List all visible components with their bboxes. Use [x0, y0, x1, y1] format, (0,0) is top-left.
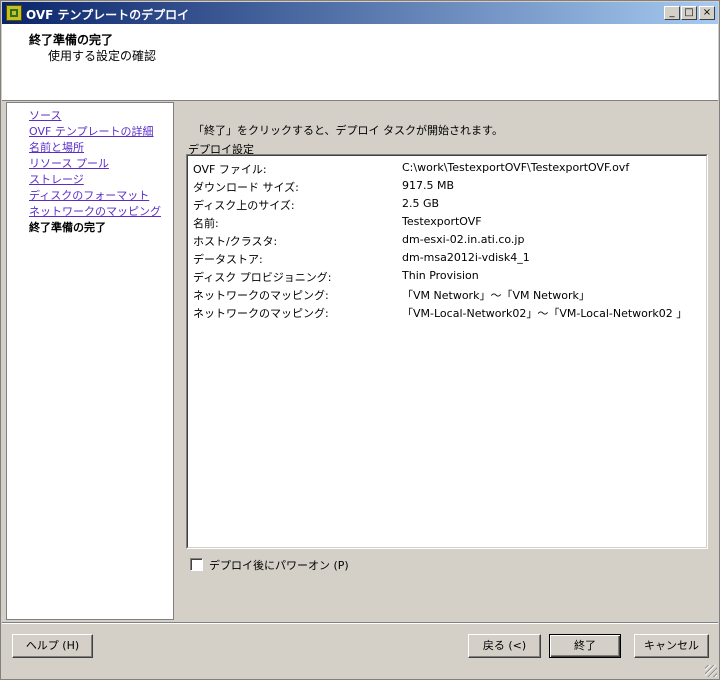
setting-key: 名前: — [193, 217, 219, 230]
minimize-button[interactable]: _ — [664, 6, 680, 20]
step-subtitle: 使用する設定の確認 — [48, 49, 157, 63]
setting-row: ホスト/クラスタ: dm-esxi-02.in.ati.co.jp — [193, 231, 701, 249]
setting-row: ネットワークのマッピング: 「VM-Local-Network02」〜「VM-L… — [193, 303, 701, 321]
help-button[interactable]: ヘルプ (H) — [12, 634, 93, 658]
close-button[interactable]: × — [699, 6, 715, 20]
setting-key: ディスク上のサイズ: — [193, 199, 295, 212]
setting-key: データストア: — [193, 253, 263, 266]
setting-row: ネットワークのマッピング: 「VM Network」〜「VM Network」 — [193, 285, 701, 303]
setting-row: 名前: TestexportOVF — [193, 213, 701, 231]
setting-value: 917.5 MB — [402, 179, 455, 192]
title-bar[interactable]: OVF テンプレートのデプロイ _ □ × — [2, 2, 718, 24]
setting-key: ネットワークのマッピング: — [193, 307, 329, 320]
nav-item-ovf-details[interactable]: OVF テンプレートの詳細 — [29, 123, 153, 139]
wizard-header: 終了準備の完了 使用する設定の確認 — [2, 24, 718, 101]
setting-key: ダウンロード サイズ: — [193, 181, 299, 194]
finish-button[interactable]: 終了 — [549, 634, 621, 658]
wizard-step-nav: ソース OVF テンプレートの詳細 名前と場所 リソース プール ストレージ デ… — [6, 102, 174, 620]
setting-row: ディスク プロビジョニング: Thin Provision — [193, 267, 701, 285]
power-on-label: デプロイ後にパワーオン (P) — [209, 559, 349, 572]
setting-key: ホスト/クラスタ: — [193, 235, 278, 248]
setting-row: ディスク上のサイズ: 2.5 GB — [193, 195, 701, 213]
nav-item-resource-pool[interactable]: リソース プール — [29, 155, 109, 171]
setting-value: 「VM-Local-Network02」〜「VM-Local-Network02… — [402, 307, 688, 320]
setting-row: OVF ファイル: C:\work\TestexportOVF\Testexpo… — [193, 159, 701, 177]
setting-key: OVF ファイル: — [193, 163, 267, 176]
instruction-text: 「終了」をクリックすると、デプロイ タスクが開始されます。 — [193, 124, 503, 137]
setting-value: Thin Provision — [402, 269, 479, 282]
setting-value: TestexportOVF — [402, 215, 482, 228]
setting-value: 2.5 GB — [402, 197, 440, 210]
footer-divider — [2, 622, 718, 624]
power-on-checkbox-row[interactable]: デプロイ後にパワーオン (P) — [190, 557, 349, 573]
step-title: 終了準備の完了 — [29, 33, 114, 47]
back-button[interactable]: 戻る (<) — [468, 634, 541, 658]
settings-list[interactable]: OVF ファイル: C:\work\TestexportOVF\Testexpo… — [186, 154, 708, 549]
setting-value: dm-msa2012i-vdisk4_1 — [402, 251, 530, 264]
maximize-button[interactable]: □ — [681, 6, 697, 20]
nav-item-name-location[interactable]: 名前と場所 — [29, 139, 84, 155]
window-title: OVF テンプレートのデプロイ — [26, 8, 190, 22]
setting-row: ダウンロード サイズ: 917.5 MB — [193, 177, 701, 195]
setting-value: C:\work\TestexportOVF\TestexportOVF.ovf — [402, 161, 630, 174]
setting-value: dm-esxi-02.in.ati.co.jp — [402, 233, 525, 246]
setting-key: ディスク プロビジョニング: — [193, 271, 332, 284]
vsphere-app-icon — [6, 5, 22, 21]
nav-item-disk-format[interactable]: ディスクのフォーマット — [29, 187, 149, 203]
nav-item-network-mapping[interactable]: ネットワークのマッピング — [29, 203, 161, 219]
resize-grip[interactable] — [705, 665, 717, 677]
nav-item-ready-to-complete: 終了準備の完了 — [29, 221, 106, 234]
setting-row: データストア: dm-msa2012i-vdisk4_1 — [193, 249, 701, 267]
nav-item-storage[interactable]: ストレージ — [29, 171, 84, 187]
nav-item-source[interactable]: ソース — [29, 107, 61, 123]
main-panel: 「終了」をクリックすると、デプロイ タスクが開始されます。 デプロイ設定 OVF… — [176, 102, 717, 620]
setting-key: ネットワークのマッピング: — [193, 289, 329, 302]
deploy-ovf-dialog: OVF テンプレートのデプロイ _ □ × 終了準備の完了 使用する設定の確認 … — [0, 0, 720, 680]
cancel-button[interactable]: キャンセル — [634, 634, 709, 658]
power-on-checkbox[interactable] — [190, 558, 203, 571]
setting-value: 「VM Network」〜「VM Network」 — [402, 289, 590, 302]
